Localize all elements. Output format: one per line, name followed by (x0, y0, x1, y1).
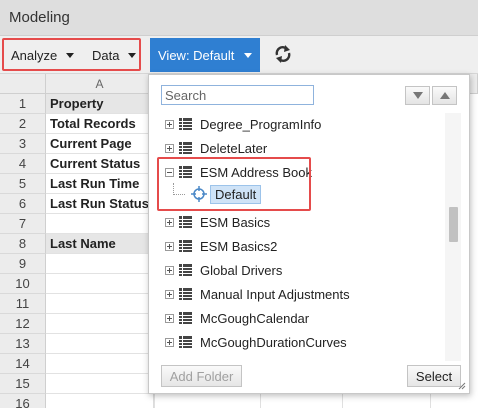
previous-match-button[interactable] (432, 86, 457, 105)
row-header[interactable]: 14 (0, 354, 46, 374)
sheet-cell[interactable] (46, 274, 154, 294)
tree-node-label: DeleteLater (200, 140, 268, 156)
row-header[interactable]: 15 (0, 374, 46, 394)
row-header[interactable]: 16 (0, 394, 46, 408)
row-header[interactable]: 9 (0, 254, 46, 274)
column-header-a[interactable]: A (46, 74, 154, 94)
sheet-cell[interactable]: Current Status (46, 154, 154, 174)
resize-grip-icon[interactable] (458, 382, 466, 390)
sheet-cell[interactable] (46, 214, 154, 234)
expand-icon[interactable] (165, 313, 174, 323)
sheet-cell[interactable] (46, 294, 154, 314)
scrollbar-thumb[interactable] (449, 207, 458, 242)
sheet-cell[interactable]: Last Run Status (46, 194, 154, 214)
arrow-down-icon (412, 92, 423, 99)
window-title: Modeling (9, 9, 70, 26)
tree-node[interactable]: Manual Input Adjustments (165, 283, 350, 305)
sheet-cell[interactable]: Property (46, 94, 154, 114)
row-header[interactable]: 12 (0, 314, 46, 334)
tree-node-label: ESM Basics (200, 214, 271, 230)
expand-icon[interactable] (165, 241, 174, 251)
tree-node[interactable]: DeleteLater (165, 137, 267, 159)
cube-grid-icon (179, 240, 192, 252)
tree-node[interactable]: ESM Basics (165, 211, 270, 233)
row-header[interactable]: 2 (0, 114, 46, 134)
search-input[interactable] (161, 85, 314, 105)
tree-node-label: Global Drivers (200, 262, 283, 278)
cube-grid-icon (179, 264, 192, 276)
next-match-button[interactable] (405, 86, 430, 105)
tree-node-label: McGoughDurationCurves (200, 334, 347, 350)
sheet-cell[interactable]: Total Records (46, 114, 154, 134)
refresh-icon[interactable] (273, 44, 293, 64)
tree-node-label: Degree_ProgramInfo (200, 116, 322, 132)
chevron-down-icon (244, 52, 253, 58)
cube-grid-icon (179, 118, 192, 130)
row-header[interactable]: 3 (0, 134, 46, 154)
expand-icon[interactable] (165, 265, 174, 275)
tree-node[interactable]: McGoughCalendar (165, 307, 309, 329)
expand-icon[interactable] (165, 143, 174, 153)
highlight-box-esm-address-book (157, 157, 311, 211)
add-folder-button[interactable]: Add Folder (161, 365, 242, 387)
row-header[interactable]: 5 (0, 174, 46, 194)
cube-grid-icon (179, 142, 192, 154)
row-header[interactable]: 13 (0, 334, 46, 354)
row-header[interactable]: 4 (0, 154, 46, 174)
row-header[interactable]: 7 (0, 214, 46, 234)
sheet-cell[interactable] (46, 374, 154, 394)
sheet-cell[interactable] (46, 394, 154, 408)
sheet-cell[interactable] (46, 314, 154, 334)
cube-grid-icon (179, 288, 192, 300)
view-dropdown-button[interactable]: View: Default (150, 38, 260, 72)
sheet-cell[interactable]: Current Page (46, 134, 154, 154)
arrow-up-icon (439, 92, 450, 99)
row-header[interactable]: 6 (0, 194, 46, 214)
cube-tree: Degree_ProgramInfo DeleteLater ESM Address… (149, 113, 445, 361)
tree-node-label: Manual Input Adjustments (200, 286, 350, 302)
sheet-cell[interactable]: Last Run Time (46, 174, 154, 194)
highlight-box-menus (2, 38, 141, 71)
select-button[interactable]: Select (407, 365, 461, 387)
expand-icon[interactable] (165, 217, 174, 227)
sheet-cell[interactable] (46, 254, 154, 274)
cube-grid-icon (179, 336, 192, 348)
tree-node[interactable]: Global Drivers (165, 259, 282, 281)
corner-header (0, 74, 46, 94)
sheet-cell[interactable]: Last Name (46, 234, 154, 254)
cube-grid-icon (179, 216, 192, 228)
sheet-cell[interactable] (46, 334, 154, 354)
tree-node[interactable]: ESM Basics2 (165, 235, 277, 257)
tree-node-label: McGoughCalendar (200, 310, 310, 326)
expand-icon[interactable] (165, 289, 174, 299)
cube-picker-dialog: Degree_ProgramInfoDeleteLaterESM Address… (148, 74, 470, 394)
tree-node[interactable]: Degree_ProgramInfo (165, 113, 321, 135)
expand-icon[interactable] (165, 119, 174, 129)
title-bar: Modeling (0, 0, 478, 36)
cube-grid-icon (179, 312, 192, 324)
row-header[interactable]: 11 (0, 294, 46, 314)
expand-icon[interactable] (165, 337, 174, 347)
view-label: View: Default (158, 47, 235, 63)
row-header[interactable]: 1 (0, 94, 46, 114)
row-header[interactable]: 10 (0, 274, 46, 294)
tree-node[interactable]: McGoughDurationCurves (165, 331, 347, 353)
tree-node-label: ESM Basics2 (200, 238, 278, 254)
sheet-cell[interactable] (46, 354, 154, 374)
row-header[interactable]: 8 (0, 234, 46, 254)
